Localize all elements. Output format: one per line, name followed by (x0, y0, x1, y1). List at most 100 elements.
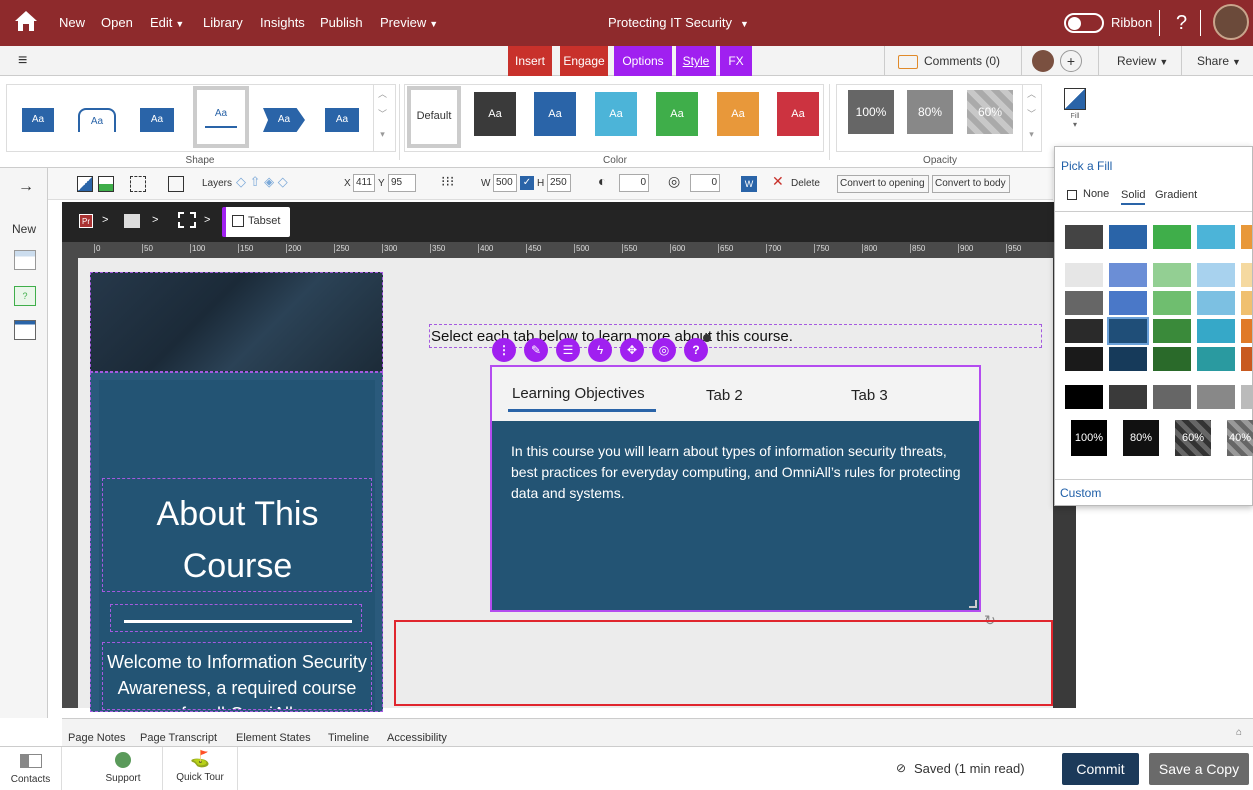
w-input[interactable]: 500 (493, 174, 517, 192)
color-blue[interactable]: Aa (534, 92, 576, 136)
new-page-button[interactable]: New (12, 222, 36, 236)
menu-new[interactable]: New (59, 0, 85, 46)
grid-icon[interactable]: ⁝⁝⁝ (441, 173, 454, 189)
fill-swatch[interactable] (1153, 263, 1191, 287)
divider-line-box[interactable] (110, 604, 362, 632)
home-icon[interactable] (14, 10, 38, 34)
fill-swatch[interactable] (1197, 319, 1235, 343)
tab-3[interactable]: Tab 3 (851, 387, 888, 404)
rotate-handle[interactable] (703, 334, 711, 342)
course-title[interactable]: Protecting IT Security ▼ (608, 0, 749, 46)
aspect-lock-checkbox[interactable]: ✓ (520, 176, 534, 190)
color-green[interactable]: Aa (656, 92, 698, 136)
rotate-input[interactable]: 0 (690, 174, 720, 192)
tab-engage[interactable]: Engage (560, 46, 608, 76)
page-template-icon[interactable] (14, 250, 36, 270)
custom-option[interactable]: Custom (1060, 486, 1101, 500)
tab-fx[interactable]: FX (720, 46, 752, 76)
fill-tool-icon[interactable] (77, 176, 93, 192)
menu-publish[interactable]: Publish (320, 0, 363, 46)
color-orange[interactable]: Aa (717, 92, 759, 136)
opacity-swatch-100[interactable]: 100% (1071, 420, 1107, 456)
info-icon[interactable]: ⋮ (492, 338, 516, 362)
contacts-button[interactable]: Contacts (0, 747, 62, 790)
settings-sliders-icon[interactable]: ☰ (556, 338, 580, 362)
convert-to-opening-button[interactable]: Convert to opening (837, 175, 929, 193)
fill-swatch[interactable] (1109, 263, 1147, 287)
move-icon[interactable]: ✥ (620, 338, 644, 362)
opacity-swatch-40[interactable]: 40% (1227, 420, 1253, 456)
word-icon[interactable]: W (741, 176, 757, 192)
fill-swatch[interactable] (1241, 263, 1252, 287)
resize-grip-icon[interactable] (969, 600, 977, 608)
fill-swatch[interactable] (1065, 385, 1103, 409)
fill-swatch[interactable] (1065, 319, 1103, 343)
shape-scroll[interactable]: ︿ ﹀ ▾ (373, 84, 391, 152)
shape-style-5[interactable]: Aa (263, 108, 305, 132)
delete-button[interactable]: Delete (791, 176, 820, 192)
group-icon[interactable] (178, 212, 196, 228)
search-page-icon[interactable] (14, 320, 36, 340)
edit-tool-icon[interactable] (168, 176, 184, 192)
menu-preview[interactable]: Preview ▼ (380, 0, 438, 46)
shape-style-6[interactable]: Aa (325, 108, 359, 132)
welcome-box[interactable]: Welcome to Information Security Awarenes… (102, 642, 372, 710)
fill-swatch[interactable] (1197, 291, 1235, 315)
tab-learning-objectives[interactable]: Learning Objectives (512, 385, 645, 402)
fill-swatch[interactable] (1241, 225, 1252, 249)
color-default-frame[interactable]: Default (407, 86, 461, 148)
fill-swatch[interactable] (1065, 291, 1103, 315)
fill-swatch[interactable] (1153, 225, 1191, 249)
add-collaborator-button[interactable]: + (1060, 50, 1082, 72)
comments-button[interactable]: Comments (0) (898, 51, 1014, 71)
tab-insert[interactable]: Insert (508, 46, 552, 76)
tab-accessibility[interactable]: Accessibility (387, 732, 447, 744)
fill-swatch[interactable] (1241, 291, 1252, 315)
opacity-100[interactable]: 100% (848, 90, 894, 134)
fill-swatch[interactable] (1241, 319, 1252, 343)
collaborator-avatar[interactable] (1032, 50, 1054, 72)
target-icon[interactable]: ◎ (652, 338, 676, 362)
h-input[interactable]: 250 (547, 174, 571, 192)
collapse-icon[interactable]: ⌂ (1236, 727, 1242, 738)
tabset[interactable]: Learning Objectives Tab 2 Tab 3 In this … (490, 365, 981, 612)
fill-swatch[interactable] (1109, 385, 1147, 409)
edit-pencil-icon[interactable]: ✎ (524, 338, 548, 362)
ribbon-toggle[interactable] (1064, 13, 1104, 33)
save-a-copy-button[interactable]: Save a Copy (1149, 753, 1249, 785)
tab-timeline[interactable]: Timeline (328, 732, 369, 744)
fill-swatch[interactable] (1065, 263, 1103, 287)
fill-swatch[interactable] (1197, 263, 1235, 287)
review-menu[interactable]: Review ▼ (1117, 54, 1168, 68)
commit-button[interactable]: Commit (1062, 753, 1139, 785)
breadcrumb-tabset[interactable]: Tabset (222, 207, 290, 237)
tab-element-states[interactable]: Element States (236, 732, 311, 744)
fill-swatch[interactable] (1241, 385, 1252, 409)
convert-to-body-button[interactable]: Convert to body (932, 175, 1010, 193)
color-red[interactable]: Aa (777, 92, 819, 136)
opacity-60[interactable]: 60% (967, 90, 1013, 134)
help-button[interactable]: ? (1176, 0, 1187, 46)
shape-style-4-frame[interactable]: Aa (193, 86, 249, 148)
opacity-input[interactable]: 0 (619, 174, 649, 192)
support-button[interactable]: Support (94, 747, 152, 790)
tab-style[interactable]: Style (676, 46, 716, 76)
opacity-scroll[interactable]: ︿ ﹀ ▾ (1022, 84, 1040, 152)
expand-arrow-icon[interactable]: → (18, 178, 34, 196)
menu-library[interactable]: Library (203, 0, 243, 46)
fill-swatch[interactable] (1109, 225, 1147, 249)
fill-swatch[interactable] (1109, 347, 1147, 371)
border-tool-icon[interactable] (130, 176, 146, 192)
fill-swatch[interactable] (1153, 291, 1191, 315)
shape-style-3[interactable]: Aa (140, 108, 174, 132)
menu-edit[interactable]: Edit ▼ (150, 0, 184, 46)
fill-swatch[interactable] (1065, 225, 1103, 249)
quick-tour-button[interactable]: ⛳ Quick Tour (162, 747, 238, 790)
share-menu[interactable]: Share ▼ (1197, 54, 1241, 68)
menu-open[interactable]: Open (101, 0, 133, 46)
tab-page-transcript[interactable]: Page Transcript (140, 732, 217, 744)
fill-swatch[interactable] (1197, 385, 1235, 409)
tab-options[interactable]: Options (614, 46, 672, 76)
tab-page-notes[interactable]: Page Notes (68, 732, 125, 744)
fill-swatch[interactable] (1107, 317, 1149, 345)
